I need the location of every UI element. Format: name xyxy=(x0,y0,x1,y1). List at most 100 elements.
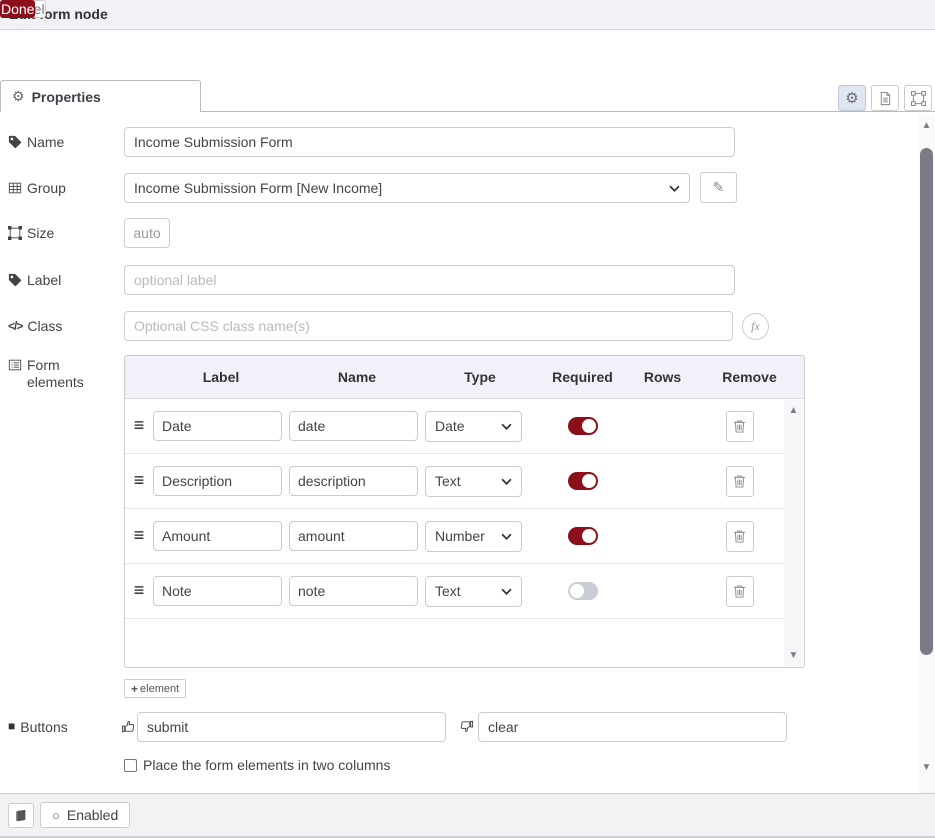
done-button[interactable]: Done xyxy=(0,0,35,18)
element-label-input[interactable] xyxy=(153,466,282,496)
required-toggle[interactable] xyxy=(568,417,598,435)
table-grid-icon xyxy=(8,181,22,195)
drag-handle-icon[interactable]: ≡ xyxy=(134,580,145,600)
fx-icon: fx xyxy=(751,319,760,334)
delete-element-button[interactable] xyxy=(726,466,754,497)
two-columns-label: Place the form elements in two columns xyxy=(143,757,390,773)
dialog-scrollbar[interactable]: ▲ ▼ xyxy=(918,113,935,793)
scrollbar-thumb[interactable] xyxy=(920,148,933,655)
chevron-down-icon xyxy=(501,533,512,540)
chevron-down-icon xyxy=(501,478,512,485)
enabled-toggle-button[interactable]: ○ Enabled xyxy=(40,802,130,828)
thumbs-down-icon xyxy=(459,719,474,734)
two-columns-checkbox[interactable] xyxy=(124,759,137,772)
chevron-down-icon xyxy=(501,588,512,595)
delete-element-button[interactable] xyxy=(726,576,754,607)
element-type-value: Date xyxy=(435,418,501,434)
element-type-select[interactable]: Text xyxy=(425,466,522,497)
node-help-button[interactable] xyxy=(8,803,34,828)
group-select[interactable]: Income Submission Form [New Income] xyxy=(124,173,690,203)
pencil-icon: ✎ xyxy=(713,179,725,196)
gear-icon: ⚙ xyxy=(12,88,25,105)
edit-form-node-dialog: Edit form node Delete Cancel Done ⚙ Prop… xyxy=(0,0,935,838)
class-input[interactable] xyxy=(124,311,733,341)
tab-properties[interactable]: ⚙ Properties xyxy=(0,80,201,112)
chevron-down-icon xyxy=(501,423,512,430)
table-header-row: Label Name Type Required Rows Remove xyxy=(125,356,804,399)
element-type-value: Text xyxy=(435,473,501,489)
label-field-label: Label xyxy=(8,272,120,289)
header-type: Type xyxy=(425,369,535,385)
scroll-up-icon[interactable]: ▲ xyxy=(784,405,803,416)
table-row: ≡ Text xyxy=(125,564,784,619)
table-row: ≡ Number xyxy=(125,509,784,564)
trash-icon xyxy=(733,529,746,544)
class-field-label: </> Class xyxy=(8,318,120,335)
element-name-input[interactable] xyxy=(289,466,418,496)
size-button[interactable]: auto xyxy=(124,218,170,248)
plus-icon: + xyxy=(131,682,138,696)
name-field-label: Name xyxy=(8,134,120,151)
document-icon xyxy=(878,91,893,106)
expression-button[interactable]: fx xyxy=(742,313,769,340)
group-field-label: Group xyxy=(8,180,120,197)
required-toggle[interactable] xyxy=(568,527,598,545)
trash-icon xyxy=(733,474,746,489)
chevron-down-icon xyxy=(669,185,680,192)
properties-section-button[interactable]: ⚙ xyxy=(838,85,866,111)
delete-element-button[interactable] xyxy=(726,411,754,442)
element-type-select[interactable]: Text xyxy=(425,576,522,607)
element-type-value: Number xyxy=(435,528,501,544)
frame-icon xyxy=(911,91,926,106)
element-label-input[interactable] xyxy=(153,521,282,551)
element-name-input[interactable] xyxy=(289,521,418,551)
trash-icon xyxy=(733,419,746,434)
scroll-down-icon[interactable]: ▼ xyxy=(784,650,803,661)
enabled-label: Enabled xyxy=(67,807,118,823)
drag-handle-icon[interactable]: ≡ xyxy=(134,525,145,545)
element-label-input[interactable] xyxy=(153,411,282,441)
group-select-value: Income Submission Form [New Income] xyxy=(134,180,669,196)
dialog-title: Edit form node xyxy=(0,0,935,30)
trash-icon xyxy=(733,584,746,599)
element-type-value: Text xyxy=(435,583,501,599)
element-type-select[interactable]: Date xyxy=(425,411,522,442)
delete-element-button[interactable] xyxy=(726,521,754,552)
add-element-button[interactable]: + element xyxy=(124,679,186,698)
form-elements-label: Form elements xyxy=(8,357,120,391)
scroll-down-icon[interactable]: ▼ xyxy=(918,762,935,773)
tag-icon xyxy=(8,135,22,149)
label-input[interactable] xyxy=(124,265,735,295)
drag-handle-icon[interactable]: ≡ xyxy=(134,470,145,490)
drag-handle-icon[interactable]: ≡ xyxy=(134,415,145,435)
scroll-up-icon[interactable]: ▲ xyxy=(918,120,935,131)
required-toggle[interactable] xyxy=(568,582,598,600)
cancel-button-input[interactable] xyxy=(478,712,787,742)
description-section-button[interactable] xyxy=(871,85,899,111)
table-body: ≡ Date ≡ Text xyxy=(125,399,784,619)
element-name-input[interactable] xyxy=(289,576,418,606)
form-elements-table: Label Name Type Required Rows Remove ≡ D… xyxy=(124,355,805,668)
table-row: ≡ Date xyxy=(125,399,784,454)
edit-group-button[interactable]: ✎ xyxy=(700,172,737,203)
header-remove: Remove xyxy=(695,369,804,385)
element-label-input[interactable] xyxy=(153,576,282,606)
gear-icon: ⚙ xyxy=(845,89,858,107)
size-field-label: Size xyxy=(8,225,120,242)
submit-button-input[interactable] xyxy=(137,712,446,742)
buttons-field-label: ■ Buttons xyxy=(8,719,120,736)
appearance-section-button[interactable] xyxy=(904,85,932,111)
element-type-select[interactable]: Number xyxy=(425,521,522,552)
header-rows: Rows xyxy=(630,369,695,385)
thumbs-up-icon xyxy=(121,719,136,734)
required-toggle[interactable] xyxy=(568,472,598,490)
element-name-input[interactable] xyxy=(289,411,418,441)
tag-icon xyxy=(8,273,22,287)
header-required: Required xyxy=(535,369,630,385)
header-label: Label xyxy=(153,369,289,385)
list-icon xyxy=(8,358,22,372)
table-scrollbar[interactable]: ▲ ▼ xyxy=(784,400,803,666)
header-name: Name xyxy=(289,369,425,385)
name-input[interactable] xyxy=(124,127,735,157)
footer-bar xyxy=(0,793,935,838)
